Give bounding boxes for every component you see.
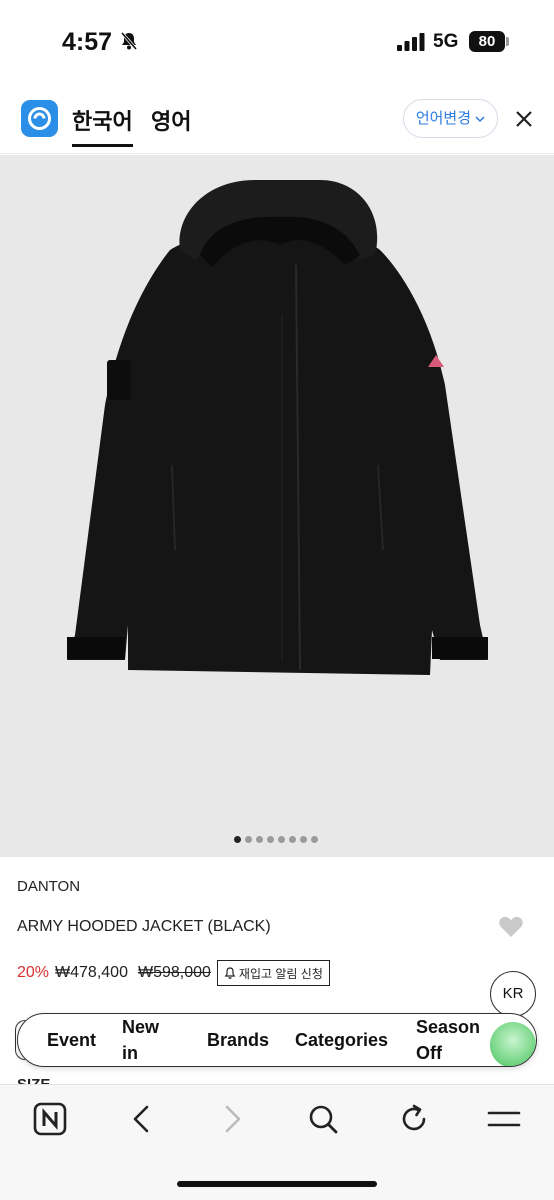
brand-name[interactable]: DANTON (17, 878, 80, 895)
naver-n-icon[interactable] (32, 1101, 68, 1137)
status-bar: 4:57 5G 80 (0, 0, 554, 82)
reload-icon[interactable] (396, 1101, 432, 1137)
gallery-dot[interactable] (245, 836, 252, 843)
price-row: 20% ₩478,400 ₩598,000 재입고 알림 신청 (17, 960, 330, 986)
gallery-indicator (234, 836, 318, 844)
tab-korean[interactable]: 한국어 (72, 104, 133, 147)
close-icon[interactable] (514, 109, 534, 129)
search-icon[interactable] (305, 1101, 341, 1137)
change-language-label: 언어변경 (415, 110, 472, 127)
category-nav: Event New in Brands Categories Season Of… (17, 1013, 537, 1067)
change-language-button[interactable]: 언어변경 (403, 99, 498, 138)
original-price: ₩598,000 (137, 964, 211, 981)
product-title: ARMY HOODED JACKET (BLACK) (17, 918, 271, 935)
restock-alert-button[interactable]: 재입고 알림 신청 (216, 960, 330, 986)
translate-bar: 한국어 영어 언어변경 (0, 82, 554, 154)
back-arrow-icon[interactable] (124, 1101, 160, 1137)
nav-new-in[interactable]: New in (122, 1014, 166, 1066)
gallery-dot[interactable] (278, 836, 285, 843)
battery-icon: 80 (469, 31, 505, 52)
gallery-dot[interactable] (256, 836, 263, 843)
bell-off-icon (120, 32, 138, 50)
tab-english[interactable]: 영어 (151, 104, 191, 136)
battery-cap (506, 37, 509, 46)
nav-event[interactable]: Event (47, 1027, 96, 1053)
currency-button[interactable]: KR (490, 971, 536, 1017)
sale-price: ₩478,400 (55, 964, 128, 981)
forward-arrow-icon[interactable] (214, 1101, 250, 1137)
home-indicator (177, 1181, 377, 1187)
discount-rate: 20% (17, 964, 50, 981)
gallery-dot[interactable] (267, 836, 274, 843)
page: 4:57 5G 80 한국어 영어 언어변경 DANTON ARMY HOODE… (0, 0, 554, 1200)
size-heading: SIZE (17, 1076, 50, 1084)
nav-season-off[interactable]: Season Off (416, 1014, 486, 1066)
signal-icon (397, 33, 425, 51)
heart-icon[interactable] (498, 915, 524, 939)
status-time: 4:57 (62, 28, 113, 56)
product-image[interactable] (0, 155, 554, 857)
chevron-down-icon (475, 116, 485, 123)
bell-icon (224, 967, 236, 979)
app-logo[interactable] (21, 100, 58, 137)
gallery-dot[interactable] (300, 836, 307, 843)
gallery-dot[interactable] (289, 836, 296, 843)
restock-label: 재입고 알림 신청 (238, 966, 323, 981)
gallery-dot[interactable] (234, 836, 241, 843)
floating-action-button[interactable] (490, 1022, 536, 1066)
network-type: 5G (433, 31, 459, 52)
menu-icon[interactable] (486, 1101, 522, 1137)
jacket-illustration (67, 180, 488, 675)
nav-categories[interactable]: Categories (295, 1027, 388, 1053)
gallery-dot[interactable] (311, 836, 318, 843)
nav-brands[interactable]: Brands (207, 1027, 269, 1053)
